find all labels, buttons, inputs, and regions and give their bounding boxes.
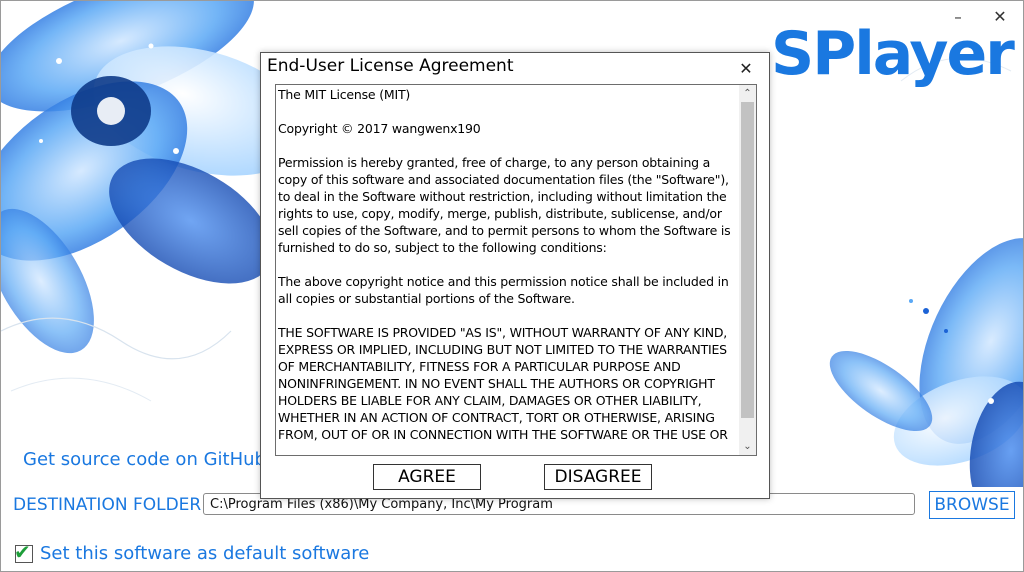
default-software-checkbox[interactable]: ✔ [14, 540, 33, 564]
dialog-title: End-User License Agreement [267, 56, 514, 76]
default-software-label[interactable]: Set this software as default software [40, 543, 369, 564]
license-text-box[interactable]: The MIT License (MIT) Copyright © 2017 w… [275, 84, 757, 456]
browse-button[interactable]: BROWSE [929, 491, 1015, 519]
license-text: The MIT License (MIT) Copyright © 2017 w… [278, 87, 731, 442]
vertical-scrollbar[interactable]: ⌃ ⌄ [739, 85, 756, 455]
agree-button[interactable]: AGREE [373, 464, 481, 490]
close-button[interactable]: ✕ [987, 5, 1013, 29]
scroll-up-arrow-icon[interactable]: ⌃ [739, 85, 756, 102]
installer-window: SPlayer – ✕ Get source code on GitHub DE… [0, 0, 1024, 572]
scrollbar-thumb[interactable] [741, 102, 754, 418]
dialog-close-button[interactable]: ✕ [735, 58, 757, 80]
checkmark-icon: ✔ [14, 540, 31, 564]
scroll-down-arrow-icon[interactable]: ⌄ [739, 438, 756, 455]
minimize-button[interactable]: – [945, 5, 971, 29]
bottom-bar: DESTINATION FOLDER BROWSE ✔ Set this sof… [1, 487, 1023, 571]
app-logo: SPlayer [771, 19, 1015, 89]
disagree-button[interactable]: DISAGREE [544, 464, 652, 490]
destination-folder-label: DESTINATION FOLDER [13, 495, 202, 515]
github-link[interactable]: Get source code on GitHub [23, 449, 266, 470]
eula-dialog: End-User License Agreement ✕ The MIT Lic… [260, 52, 770, 499]
